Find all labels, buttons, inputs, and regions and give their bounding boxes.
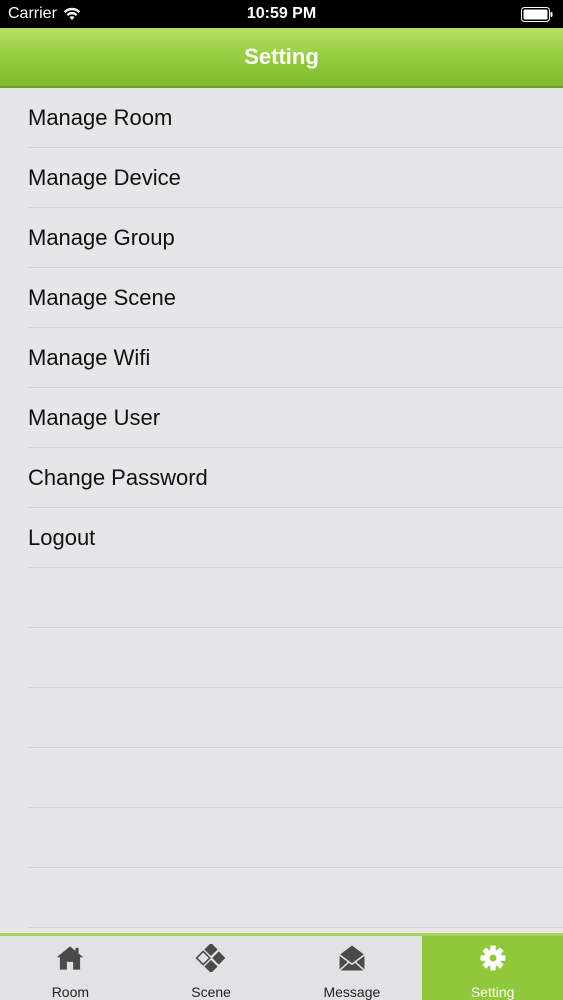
empty-row bbox=[28, 748, 563, 808]
empty-row bbox=[28, 868, 563, 928]
tab-message-label: Message bbox=[323, 984, 381, 1000]
scene-icon bbox=[195, 944, 226, 972]
empty-row bbox=[28, 808, 563, 868]
menu-item-manage-room[interactable]: Manage Room bbox=[28, 88, 563, 148]
tab-setting[interactable]: Setting bbox=[422, 936, 563, 1000]
tab-scene-label: Scene bbox=[191, 984, 231, 1000]
home-icon bbox=[57, 946, 84, 970]
tab-bar: Room Scene Message Setting bbox=[0, 933, 563, 1000]
menu-item-manage-wifi[interactable]: Manage Wifi bbox=[28, 328, 563, 388]
battery-icon bbox=[521, 7, 553, 22]
page-title: Setting bbox=[244, 44, 319, 69]
menu-item-change-password[interactable]: Change Password bbox=[28, 448, 563, 508]
menu-item-manage-device[interactable]: Manage Device bbox=[28, 148, 563, 208]
tab-message[interactable]: Message bbox=[282, 936, 423, 1000]
tab-room[interactable]: Room bbox=[0, 936, 141, 1000]
tab-room-label: Room bbox=[51, 984, 90, 1000]
gear-icon bbox=[480, 945, 506, 971]
tab-scene[interactable]: Scene bbox=[141, 936, 282, 1000]
nav-bar: Setting bbox=[0, 28, 563, 88]
empty-row bbox=[28, 688, 563, 748]
empty-row bbox=[28, 628, 563, 688]
settings-menu-list[interactable]: Manage Room Manage Device Manage Group M… bbox=[0, 88, 563, 933]
envelope-icon bbox=[338, 945, 365, 972]
tab-setting-label: Setting bbox=[470, 984, 515, 1000]
menu-item-manage-user[interactable]: Manage User bbox=[28, 388, 563, 448]
menu-item-manage-group[interactable]: Manage Group bbox=[28, 208, 563, 268]
status-bar: Carrier 10:59 PM bbox=[0, 0, 563, 28]
status-time: 10:59 PM bbox=[246, 5, 317, 22]
empty-row bbox=[28, 568, 563, 628]
menu-item-manage-scene[interactable]: Manage Scene bbox=[28, 268, 563, 328]
menu-item-logout[interactable]: Logout bbox=[28, 508, 563, 568]
